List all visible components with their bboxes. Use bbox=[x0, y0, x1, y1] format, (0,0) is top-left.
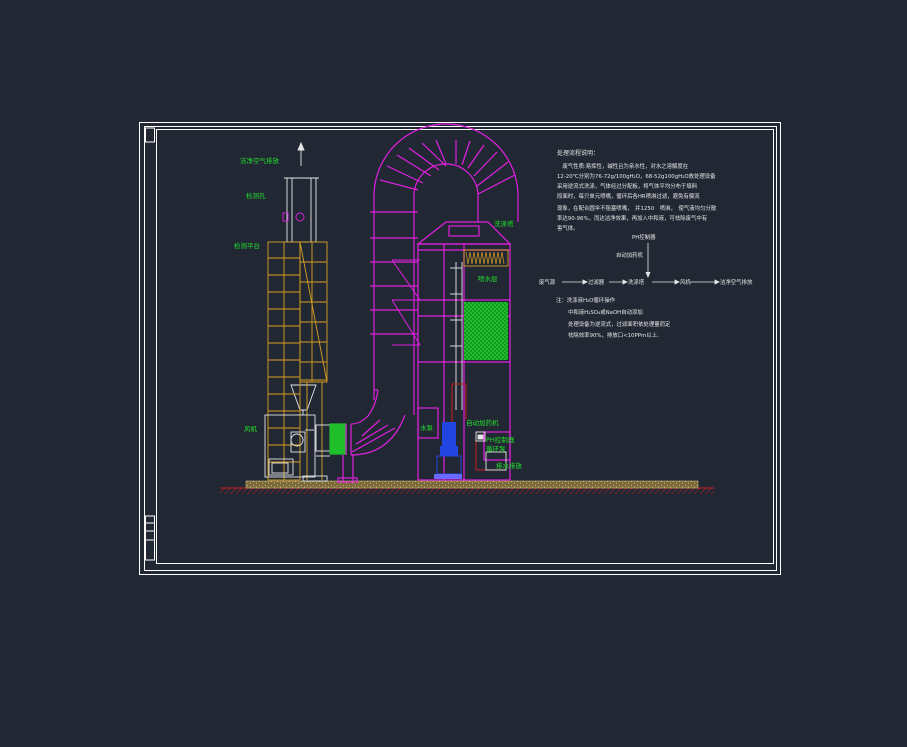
label-drain: 排水排放 bbox=[496, 461, 523, 470]
label-scrubber: 洗涤塔 bbox=[494, 219, 514, 228]
cad-drawing: 洁净空气排放 检测孔 检测平台 风机 洗涤塔 喷水层 自动加药机 PH控制器 循… bbox=[139, 122, 781, 575]
notes-line: 段面时，每只单元喷嘴，循环后各HR喷淋过滤，避免有偏流 bbox=[557, 192, 700, 200]
label-sampling-platform: 检测平台 bbox=[234, 241, 260, 250]
flow-diagram: PH控制器 自动加药机 废气源 过滤器 洗涤塔 风机 洁净空气排放 bbox=[539, 233, 753, 286]
recirculation-pipe bbox=[451, 383, 506, 471]
notes-line: 害气体。 bbox=[557, 224, 579, 232]
flow-ph-controller: PH控制器 bbox=[632, 233, 656, 241]
process-notes: 处理流程说明： 废气性质:易挥性，碱性且为亲水性，对水之溶解度在 12-20℃分… bbox=[557, 149, 717, 232]
label-clean-air-top: 洁净空气排放 bbox=[240, 156, 280, 165]
packing-media bbox=[464, 302, 508, 360]
notes-line: 采用逆流式洗涤，气体经过分配板，将气体平均分布于填料 bbox=[557, 182, 698, 190]
label-circulation-pump: 循环泵 bbox=[486, 444, 506, 453]
treatment-notes: 注：洗涤液H₂O循环操作 中和液H₂SO₄或NaOH自动添加 处理设备为逆流式，… bbox=[556, 296, 671, 339]
flow-auto-dosing: 自动加药机 bbox=[616, 251, 644, 259]
flow-fan: 风机 bbox=[680, 278, 691, 286]
note-line: 祛除效率90%，排放口<10PPm以上. bbox=[568, 331, 659, 339]
flow-filter: 过滤器 bbox=[588, 278, 605, 286]
flow-waste-gas: 废气源 bbox=[539, 278, 556, 286]
notes-line: 废气性质:易挥性，碱性且为亲水性，对水之溶解度在 bbox=[557, 162, 689, 170]
label-spray-layer: 喷水层 bbox=[478, 274, 498, 283]
label-pump: 水泵 bbox=[420, 423, 434, 432]
fan bbox=[264, 414, 331, 482]
sampling-platform bbox=[267, 241, 328, 481]
drawing-frame bbox=[139, 122, 781, 575]
note-line: 注：洗涤液H₂O循环操作 bbox=[556, 296, 616, 304]
flow-clean-air: 洁净空气排放 bbox=[720, 278, 753, 286]
notes-title: 处理流程说明： bbox=[557, 149, 599, 157]
label-fan: 风机 bbox=[244, 424, 258, 433]
support-frame bbox=[391, 259, 421, 346]
label-ph-controller: PH控制器 bbox=[486, 435, 515, 444]
demister bbox=[463, 249, 509, 267]
label-sampling-hole: 检测孔 bbox=[246, 191, 266, 200]
notes-line: 率达90-96%，而达洁净效果，再加入中和液，可祛除废气中有 bbox=[557, 214, 708, 222]
notes-line: 12-20℃分别为76-72g/100gH₂O，68-52g100gH₂O故处理… bbox=[557, 172, 716, 180]
note-line: 中和液H₂SO₄或NaOH自动添加 bbox=[568, 308, 643, 316]
exhaust-stack bbox=[282, 141, 319, 415]
note-line: 处理设备为逆流式，过滤面积依处理量而定 bbox=[568, 320, 671, 328]
notes-line: 现象，在配合圆伞不阻塞喷嘴， 并1250 喷淋， 使气液均匀分散 bbox=[557, 204, 717, 212]
ground bbox=[220, 480, 714, 494]
label-auto-dosing: 自动加药机 bbox=[466, 418, 499, 427]
flow-scrubber: 洗涤塔 bbox=[628, 278, 645, 286]
